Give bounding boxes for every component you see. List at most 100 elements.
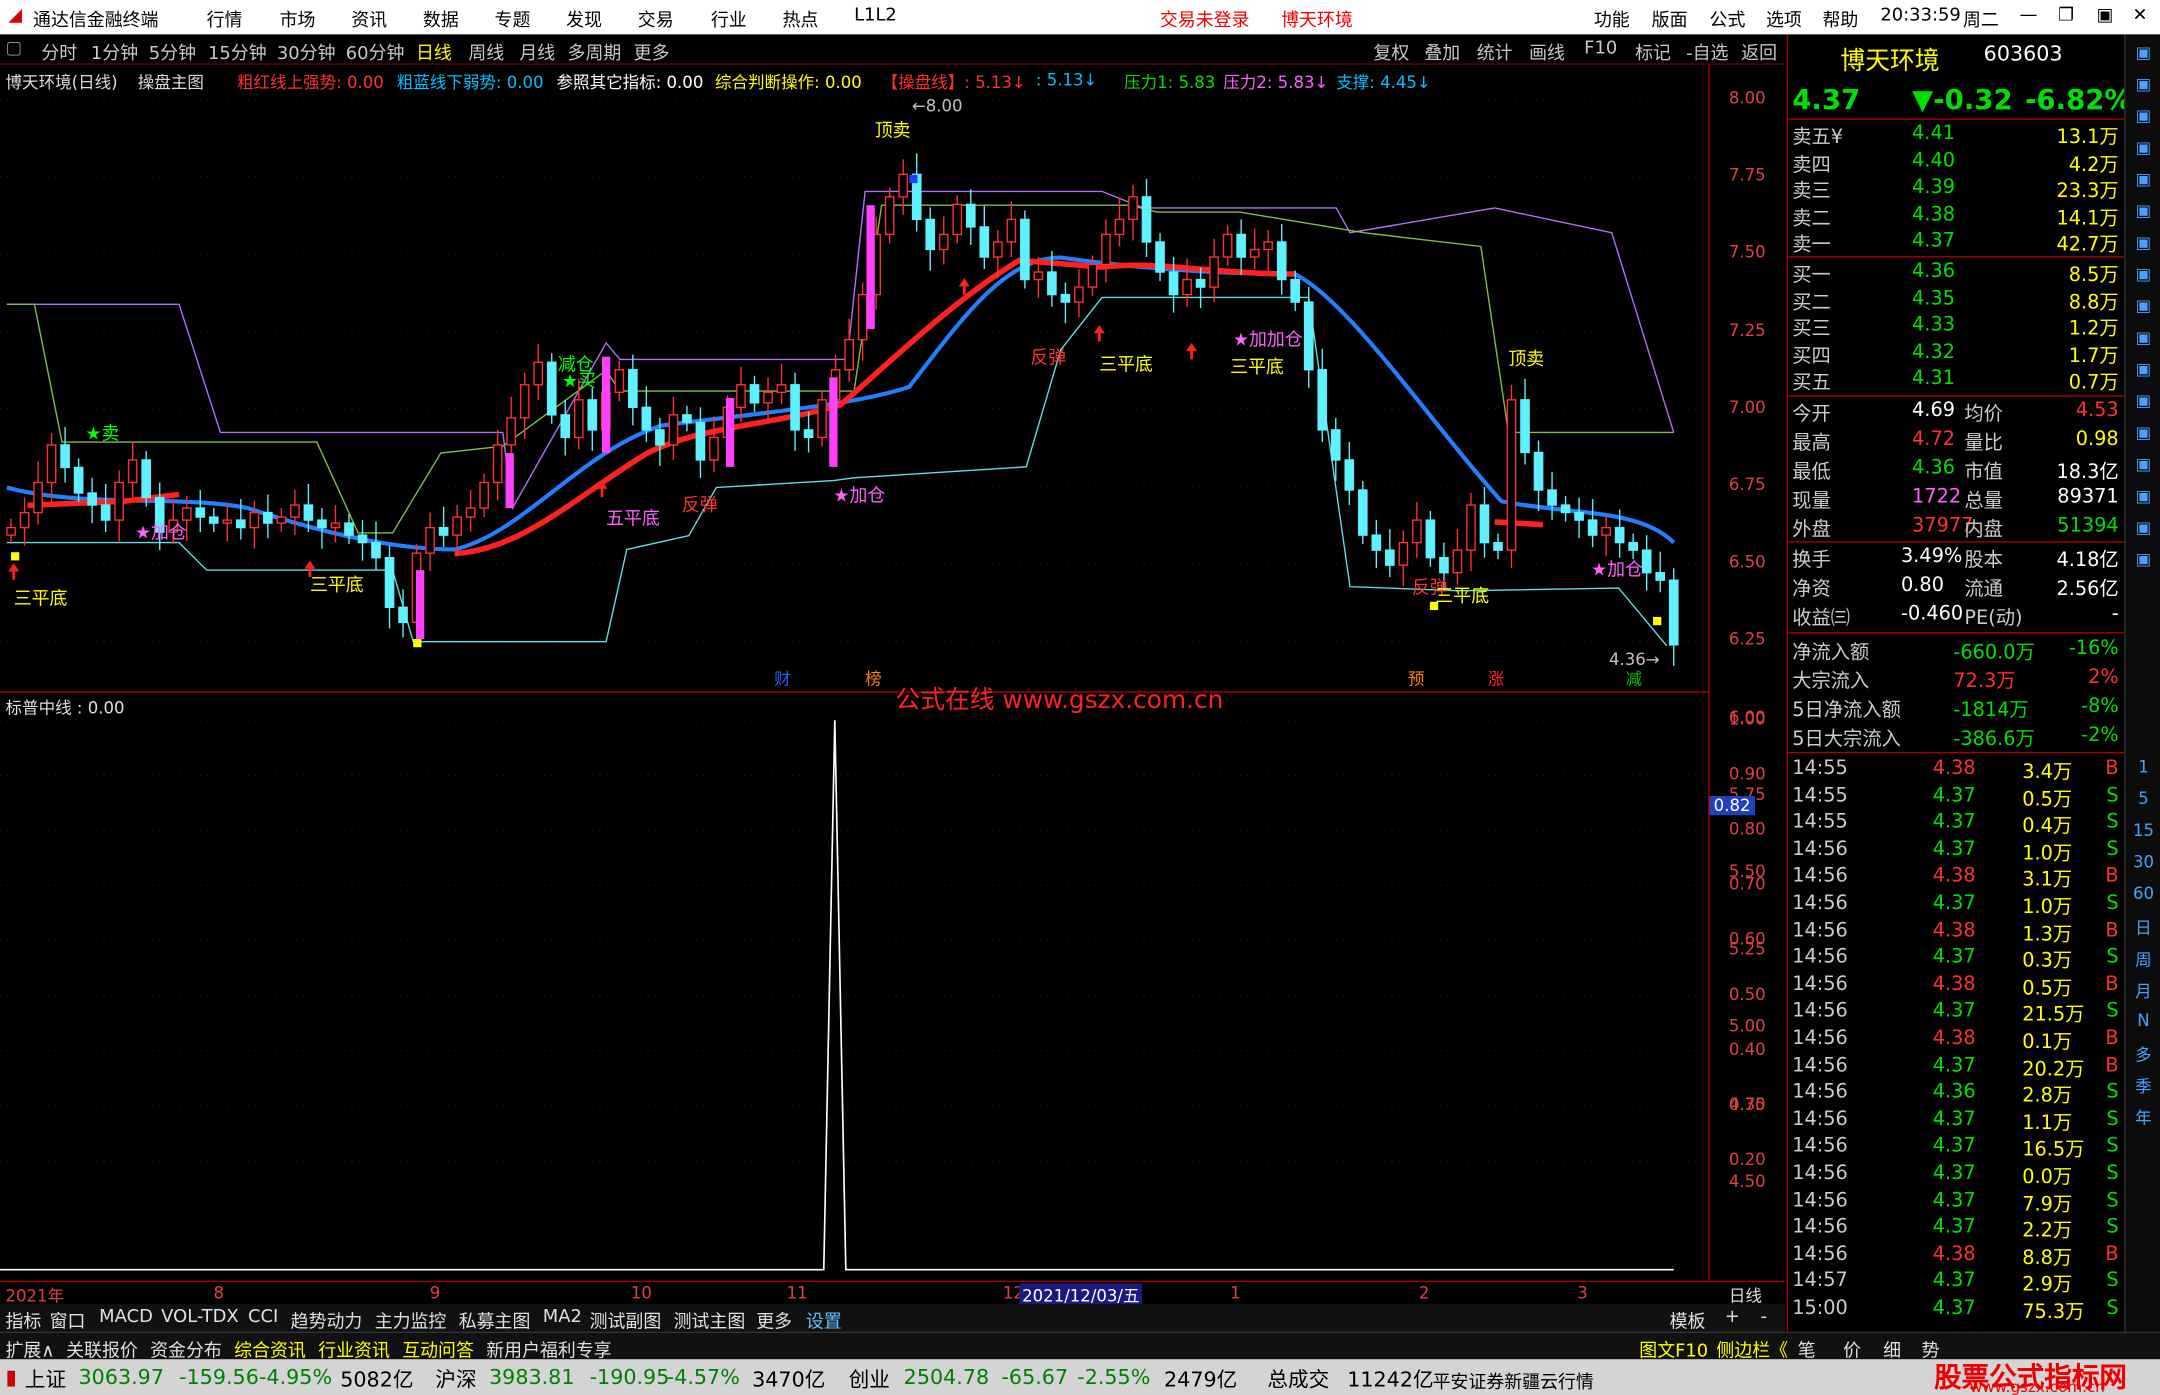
bottom-tab[interactable]: 互动问答: [402, 1336, 474, 1362]
menu-item[interactable]: 交易: [638, 6, 674, 32]
bottom-tab[interactable]: 综合资讯: [234, 1336, 306, 1362]
indicator-tab[interactable]: 更多: [756, 1307, 792, 1333]
event-mark[interactable]: 榜: [862, 665, 885, 688]
chart-icon[interactable]: ▣: [2131, 138, 2156, 157]
index-label[interactable]: 创业: [849, 1365, 890, 1394]
event-mark[interactable]: 预: [1405, 665, 1428, 688]
formula-name[interactable]: 操盘主图: [138, 70, 204, 93]
indicator-tab[interactable]: 设置: [806, 1307, 842, 1333]
trade-status[interactable]: 交易未登录: [1160, 6, 1250, 32]
index-label[interactable]: 上证: [25, 1365, 66, 1394]
toolbar-button[interactable]: -自选: [1686, 39, 1728, 65]
down-arrow-icon[interactable]: ▣: [2131, 106, 2156, 125]
sub-indicator-chart[interactable]: [0, 716, 1709, 1281]
f-icon[interactable]: ▣: [2131, 391, 2156, 410]
period-tab[interactable]: 月线: [519, 39, 555, 65]
list-icon[interactable]: ▣: [2131, 169, 2156, 188]
maximize-icon[interactable]: ▣: [2097, 6, 2114, 27]
menu-item[interactable]: 公式: [1710, 6, 1746, 32]
indicator-tab[interactable]: MACD: [99, 1307, 153, 1328]
template-button[interactable]: -: [1761, 1307, 1767, 1328]
period-tab[interactable]: 周线: [468, 39, 504, 65]
menu-item[interactable]: L1L2: [854, 6, 897, 27]
index-label[interactable]: 沪深: [435, 1365, 476, 1394]
toolbar-button[interactable]: 复权: [1373, 39, 1409, 65]
bottom-tab[interactable]: 图文F10: [1639, 1336, 1708, 1362]
period-tab[interactable]: 分时: [41, 39, 77, 65]
edit-icon[interactable]: ▣: [2131, 518, 2156, 537]
period-shortcut[interactable]: 日: [2131, 916, 2156, 939]
toolbar-button[interactable]: 标记: [1635, 39, 1671, 65]
toolbar-button[interactable]: 返回: [1741, 39, 1777, 65]
bottom-tab[interactable]: 行业资讯: [318, 1336, 390, 1362]
period-tab[interactable]: 更多: [634, 39, 670, 65]
grid-icon[interactable]: ▣: [2131, 264, 2156, 283]
indicator-tab[interactable]: 趋势动力: [291, 1307, 363, 1333]
move-icon[interactable]: ▣: [2131, 486, 2156, 505]
period-shortcut[interactable]: 1: [2131, 757, 2156, 776]
indicator-tab[interactable]: 私募主图: [459, 1307, 531, 1333]
period-tab[interactable]: 30分钟: [277, 39, 336, 65]
indicator-tab[interactable]: 指标: [6, 1307, 42, 1333]
collapse-icon[interactable]: ▢: [6, 39, 23, 60]
period-shortcut[interactable]: 周: [2131, 947, 2156, 970]
minimize-icon[interactable]: —: [2019, 6, 2037, 27]
menu-item[interactable]: 功能: [1594, 6, 1630, 32]
menu-item[interactable]: 选项: [1766, 6, 1802, 32]
up-arrow-icon[interactable]: ▣: [2131, 74, 2156, 93]
menu-item[interactable]: 行情: [207, 6, 243, 32]
template-button[interactable]: 模板: [1670, 1307, 1706, 1333]
menu-item[interactable]: 市场: [280, 6, 316, 32]
indicator-tab[interactable]: VOL-TDX: [161, 1307, 239, 1328]
menu-item[interactable]: 版面: [1652, 6, 1688, 32]
indicator-tab[interactable]: 测试副图: [590, 1307, 662, 1333]
period-tab[interactable]: 多周期: [568, 39, 622, 65]
period-shortcut[interactable]: 月: [2131, 979, 2156, 1002]
template-button[interactable]: +: [1725, 1307, 1740, 1328]
toolbar-button[interactable]: 画线: [1529, 39, 1565, 65]
period-tab[interactable]: 1分钟: [91, 39, 138, 65]
bottom-tab[interactable]: 扩展∧: [6, 1336, 55, 1362]
event-mark[interactable]: 减: [1622, 665, 1645, 688]
percent-icon[interactable]: ▣: [2131, 328, 2156, 347]
indicator-tab[interactable]: CCI: [248, 1307, 278, 1328]
toolbar-button[interactable]: 叠加: [1424, 39, 1460, 65]
restore-icon[interactable]: ❐: [2058, 6, 2074, 27]
ring-icon[interactable]: ▣: [2131, 454, 2156, 473]
toolbar-button[interactable]: 统计: [1477, 39, 1513, 65]
candlestick-chart[interactable]: 顶卖三平底★卖★加仓减仓★买五平底反弹 ★加仓三平底反弹 三平底★加加仓三平底 顶卖反…: [0, 95, 1709, 690]
menu-item[interactable]: 热点: [782, 6, 818, 32]
period-tab-active[interactable]: 日线: [416, 39, 452, 65]
close-icon[interactable]: ▣: [2131, 43, 2156, 62]
menu-item[interactable]: 专题: [495, 6, 531, 32]
event-mark[interactable]: 财: [771, 665, 794, 688]
f10-icon[interactable]: ▣: [2131, 296, 2156, 315]
period-tab[interactable]: 60分钟: [346, 39, 405, 65]
bottom-tab[interactable]: 细: [1883, 1336, 1901, 1362]
candle-icon[interactable]: ▣: [2131, 233, 2156, 252]
indicator-tab[interactable]: 主力监控: [375, 1307, 447, 1333]
menu-item[interactable]: 行业: [711, 6, 747, 32]
indicator-tab[interactable]: MA2: [543, 1307, 582, 1328]
menu-item[interactable]: 发现: [566, 6, 602, 32]
bottom-tab[interactable]: 笔: [1798, 1336, 1816, 1362]
menu-item[interactable]: 资讯: [351, 6, 387, 32]
menu-item[interactable]: 数据: [423, 6, 459, 32]
rsi-icon[interactable]: ▣: [2131, 423, 2156, 442]
close-icon[interactable]: ✕: [2132, 6, 2147, 27]
bottom-tab[interactable]: 新用户福利专享: [486, 1336, 611, 1362]
menu-item[interactable]: 帮助: [1822, 6, 1858, 32]
bottom-tab[interactable]: 价: [1843, 1336, 1861, 1362]
bottom-tab[interactable]: 关联报价: [66, 1336, 138, 1362]
bottom-tab[interactable]: 资金分布: [150, 1336, 222, 1362]
period-tab[interactable]: 5分钟: [149, 39, 196, 65]
period-tab[interactable]: 15分钟: [208, 39, 267, 65]
indicator-tab[interactable]: 测试主图: [674, 1307, 746, 1333]
event-mark[interactable]: 涨: [1484, 665, 1508, 688]
period-shortcut[interactable]: N: [2131, 1011, 2156, 1030]
period-shortcut[interactable]: 多: [2131, 1042, 2156, 1065]
period-shortcut[interactable]: 季: [2131, 1074, 2156, 1097]
trend-icon[interactable]: ▣: [2131, 201, 2156, 220]
period-shortcut[interactable]: 年: [2131, 1106, 2156, 1129]
period-shortcut[interactable]: 60: [2131, 884, 2156, 903]
